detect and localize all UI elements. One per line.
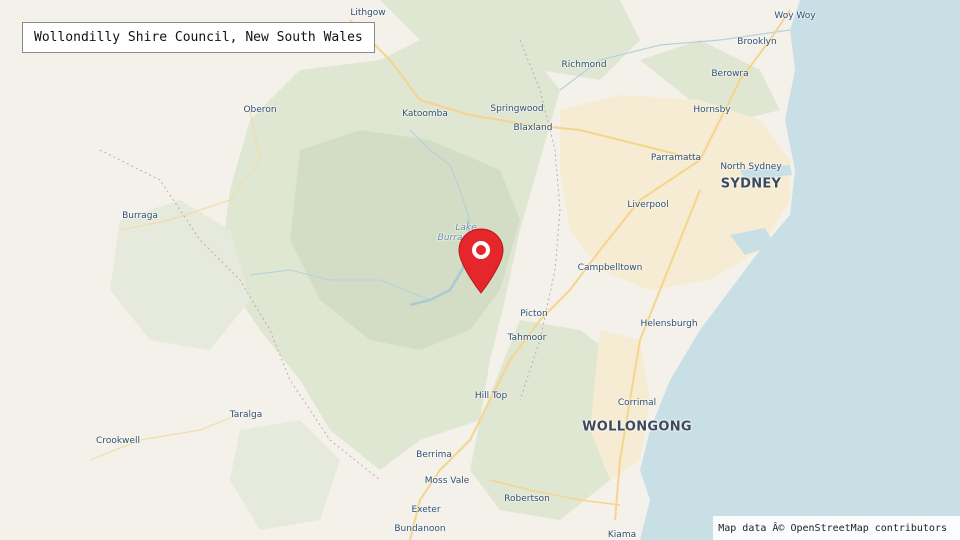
place-label-hill-top: Hill Top (474, 391, 508, 401)
location-pin-icon[interactable] (458, 228, 504, 294)
place-label-blaxland: Blaxland (513, 123, 553, 133)
place-label-oberon: Oberon (243, 105, 277, 115)
place-label-tahmoor: Tahmoor (507, 333, 547, 343)
place-label-corrimal: Corrimal (617, 398, 657, 408)
place-label-parramatta: Parramatta (650, 153, 702, 163)
place-label-exeter: Exeter (411, 505, 441, 515)
map-view[interactable]: Lithgow Richmond Woy Woy Brooklyn Berowr… (0, 0, 960, 540)
place-label-kiama: Kiama (607, 530, 637, 540)
place-label-brooklyn: Brooklyn (737, 37, 777, 47)
place-label-hornsby: Hornsby (693, 105, 731, 115)
map-title: Wollondilly Shire Council, New South Wal… (22, 22, 375, 53)
place-label-campbelltown: Campbelltown (577, 263, 643, 273)
place-label-springwood: Springwood (490, 104, 544, 114)
place-label-north-sydney: North Sydney (720, 162, 782, 172)
place-label-wollongong: WOLLONGONG (582, 419, 692, 435)
place-label-robertson: Robertson (504, 494, 550, 504)
place-label-helensburgh: Helensburgh (640, 319, 698, 329)
place-label-richmond: Richmond (561, 60, 607, 70)
place-label-berowra: Berowra (711, 69, 749, 79)
place-label-bundanoon: Bundanoon (394, 524, 446, 534)
place-label-liverpool: Liverpool (627, 200, 669, 210)
place-label-lithgow: Lithgow (350, 8, 386, 18)
place-label-sydney: SYDNEY (720, 176, 782, 192)
map-attribution[interactable]: Map data Â© OpenStreetMap contributors (713, 516, 960, 540)
place-label-moss-vale: Moss Vale (424, 476, 470, 486)
place-label-burraga: Burraga (122, 211, 158, 221)
place-label-woy-woy: Woy Woy (774, 11, 816, 21)
place-label-katoomba: Katoomba (402, 109, 448, 119)
place-label-berrima: Berrima (416, 450, 452, 460)
place-label-picton: Picton (520, 309, 548, 319)
place-label-crookwell: Crookwell (96, 436, 140, 446)
place-label-taralga: Taralga (229, 410, 263, 420)
